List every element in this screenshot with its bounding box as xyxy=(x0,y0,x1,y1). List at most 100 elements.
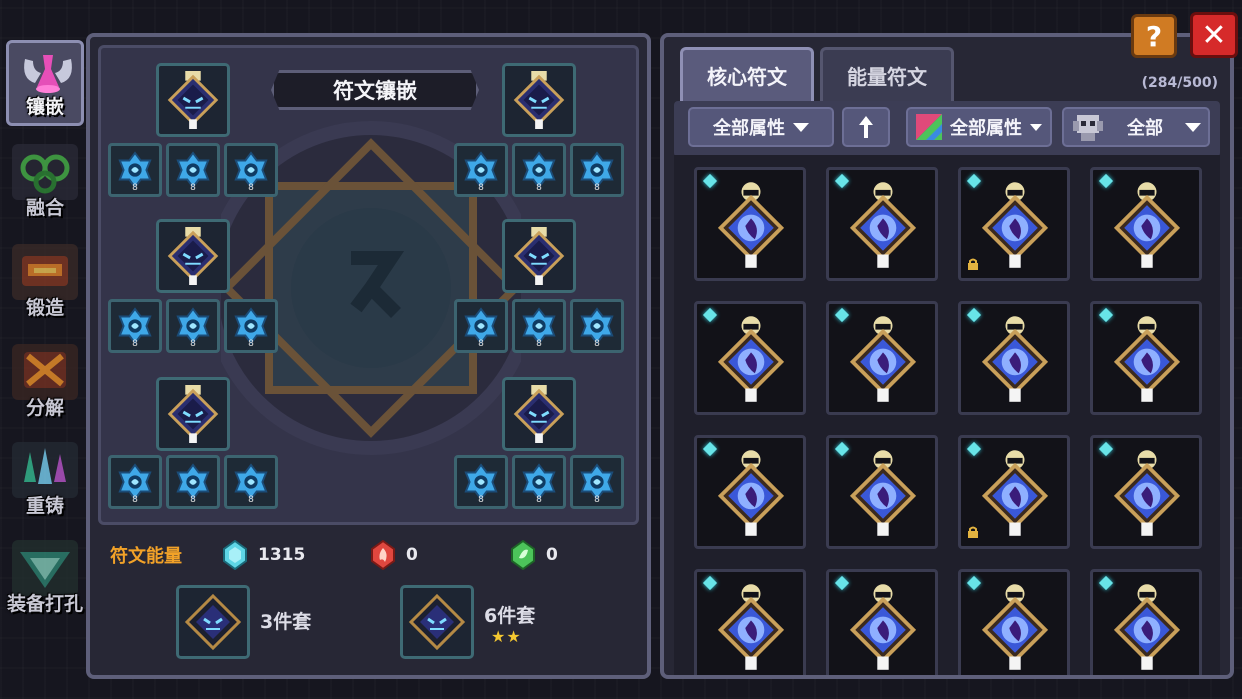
monster-filter-dropdown[interactable]: 全部 xyxy=(1062,107,1210,147)
rune-inventory-cell[interactable] xyxy=(958,301,1070,415)
core-rune-slot[interactable] xyxy=(156,219,230,293)
core-rune-slot[interactable] xyxy=(156,377,230,451)
core-rune-icon xyxy=(717,316,785,402)
close-button[interactable]: ✕ xyxy=(1190,12,1238,58)
lock-icon xyxy=(968,258,978,270)
green-energy: 0 xyxy=(510,540,558,570)
rune-inlay-panel: 符文镶嵌 符文能量 1315 0 0 3件套 6件套 ★★ 8 8 8 8 8 … xyxy=(86,33,651,679)
rune-level: 8 xyxy=(132,183,138,193)
side-tab-fusion[interactable]: 融合 xyxy=(6,138,84,224)
rune-inventory-cell[interactable] xyxy=(694,569,806,675)
energy-rune-slot[interactable]: 8 xyxy=(224,299,278,353)
rune-level: 8 xyxy=(190,339,196,349)
rune-inventory-cell[interactable] xyxy=(958,435,1070,549)
core-rune-slot[interactable] xyxy=(502,63,576,137)
energy-rune-slot[interactable]: 8 xyxy=(512,143,566,197)
tab-core-runes[interactable]: 核心符文 xyxy=(680,47,814,101)
set-6-stars: ★★ xyxy=(491,627,522,646)
rune-grid xyxy=(674,155,1220,675)
core-rune-icon xyxy=(981,584,1049,670)
rune-inventory-cell[interactable] xyxy=(1090,569,1202,675)
attribute-filter-dropdown[interactable]: 全部属性 xyxy=(688,107,834,147)
rune-inventory-cell[interactable] xyxy=(958,167,1070,281)
tab-energy-runes[interactable]: 能量符文 xyxy=(820,47,954,101)
green-energy-icon xyxy=(511,540,535,570)
core-rune-slot[interactable] xyxy=(156,63,230,137)
chevron-down-icon xyxy=(793,122,809,132)
energy-rune-slot[interactable]: 8 xyxy=(570,299,624,353)
rune-inventory-cell[interactable] xyxy=(1090,167,1202,281)
side-tab-decompose[interactable]: 分解 xyxy=(6,338,84,424)
energy-rune-slot[interactable]: 8 xyxy=(224,455,278,509)
rune-level: 8 xyxy=(594,183,600,193)
energy-rune-slot[interactable]: 8 xyxy=(166,455,220,509)
energy-rune-slot[interactable]: 8 xyxy=(570,143,624,197)
rune-level: 8 xyxy=(536,339,542,349)
side-tab-label: 镶嵌 xyxy=(25,96,64,118)
rune-inventory-cell[interactable] xyxy=(694,301,806,415)
cyan-energy: 1315 xyxy=(222,540,305,570)
core-rune-icon xyxy=(1113,584,1181,670)
side-tab-label: 锻造 xyxy=(25,297,64,319)
rune-inventory-cell[interactable] xyxy=(958,569,1070,675)
rune-inventory-cell[interactable] xyxy=(1090,301,1202,415)
core-rune-slot[interactable] xyxy=(502,377,576,451)
energy-rune-slot[interactable]: 8 xyxy=(108,143,162,197)
rune-level: 8 xyxy=(132,339,138,349)
rune-inventory-cell[interactable] xyxy=(826,569,938,675)
set-3-slot[interactable] xyxy=(176,585,250,659)
set-bonus-area: 3件套 6件套 ★★ xyxy=(98,577,639,673)
rune-inventory-cell[interactable] xyxy=(694,167,806,281)
core-rune-icon xyxy=(849,450,917,536)
lock-icon xyxy=(968,526,978,538)
hooded-core-rune-icon xyxy=(167,227,219,285)
energy-rune-slot[interactable]: 8 xyxy=(108,299,162,353)
rune-level: 8 xyxy=(594,339,600,349)
help-button[interactable]: ? xyxy=(1131,14,1177,58)
core-rune-icon xyxy=(1113,316,1181,402)
set-rune-icon xyxy=(408,593,466,651)
rune-inventory-cell[interactable] xyxy=(1090,435,1202,549)
core-rune-icon xyxy=(849,182,917,268)
side-tab-forge[interactable]: 锻造 xyxy=(6,238,84,324)
side-tab-inlay[interactable]: 镶嵌 xyxy=(6,40,84,126)
core-rune-slot[interactable] xyxy=(502,219,576,293)
energy-rune-slot[interactable]: 8 xyxy=(512,299,566,353)
red-energy-value: 0 xyxy=(406,545,418,565)
inventory-count: (284/500) xyxy=(1141,75,1218,91)
core-rune-icon xyxy=(981,316,1049,402)
rune-inventory-cell[interactable] xyxy=(826,435,938,549)
forge-icon xyxy=(12,244,78,300)
side-tab-recast[interactable]: 重铸 xyxy=(6,436,84,522)
energy-rune-slot[interactable]: 8 xyxy=(570,455,624,509)
rune-level: 8 xyxy=(190,183,196,193)
side-tab-socket-punch[interactable]: 装备打孔 xyxy=(6,534,84,620)
rune-inventory-cell[interactable] xyxy=(694,435,806,549)
attribute-filter-label: 全部属性 xyxy=(713,118,785,139)
rune-level: 8 xyxy=(132,495,138,505)
core-rune-icon xyxy=(717,450,785,536)
rainbow-element-icon xyxy=(916,114,942,140)
energy-rune-slot[interactable]: 8 xyxy=(454,299,508,353)
red-energy-icon xyxy=(371,540,395,570)
energy-rune-slot[interactable]: 8 xyxy=(108,455,162,509)
energy-rune-slot[interactable]: 8 xyxy=(224,143,278,197)
core-rune-icon xyxy=(849,584,917,670)
set-6-label: 6件套 xyxy=(484,605,536,627)
energy-rune-slot[interactable]: 8 xyxy=(512,455,566,509)
set-rune-icon xyxy=(184,593,242,651)
set-6-slot[interactable] xyxy=(400,585,474,659)
rune-inventory-cell[interactable] xyxy=(826,167,938,281)
socket-punch-icon xyxy=(12,540,78,596)
energy-rune-slot[interactable]: 8 xyxy=(454,455,508,509)
rune-level: 8 xyxy=(536,183,542,193)
hooded-core-rune-icon xyxy=(513,71,565,129)
energy-rune-slot[interactable]: 8 xyxy=(166,299,220,353)
sort-button[interactable] xyxy=(842,107,890,147)
element-filter-dropdown[interactable]: 全部属性 xyxy=(906,107,1052,147)
monster-filter-label: 全部 xyxy=(1127,118,1163,139)
energy-rune-slot[interactable]: 8 xyxy=(166,143,220,197)
side-tab-label: 重铸 xyxy=(25,495,64,517)
energy-rune-slot[interactable]: 8 xyxy=(454,143,508,197)
rune-inventory-cell[interactable] xyxy=(826,301,938,415)
